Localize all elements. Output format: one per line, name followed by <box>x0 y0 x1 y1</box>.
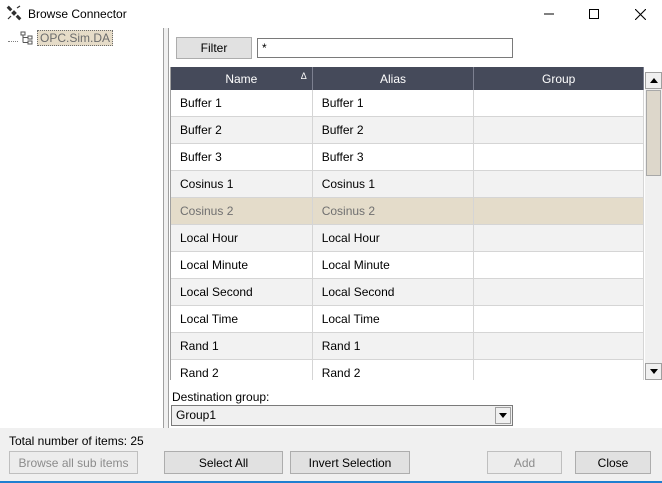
window-title: Browse Connector <box>28 7 127 21</box>
browse-all-sub-items-button[interactable]: Browse all sub items <box>9 451 138 474</box>
cell-name[interactable]: Cosinus 2 <box>171 198 313 224</box>
scroll-down-button[interactable] <box>645 363 662 380</box>
scroll-thumb[interactable] <box>646 90 661 176</box>
filter-button[interactable]: Filter <box>176 37 252 59</box>
total-items-text: Total number of items: 25 <box>9 434 144 448</box>
destination-group-select[interactable]: Group1 <box>171 405 513 426</box>
cell-name[interactable]: Local Minute <box>171 252 313 278</box>
table-row[interactable]: Local Hour Local Hour <box>171 225 644 252</box>
cell-name[interactable]: Rand 2 <box>171 360 313 380</box>
table-row[interactable]: Cosinus 2 Cosinus 2 <box>171 198 644 225</box>
cell-alias[interactable]: Rand 1 <box>313 333 475 359</box>
arrow-up-icon <box>649 78 658 83</box>
tree-pane: OPC.Sim.DA <box>0 28 164 428</box>
cell-group[interactable] <box>474 198 644 224</box>
cell-alias[interactable]: Buffer 1 <box>313 90 475 116</box>
close-window-button[interactable] <box>617 0 662 28</box>
table-row[interactable]: Local Time Local Time <box>171 306 644 333</box>
table-row[interactable]: Rand 2 Rand 2 <box>171 360 644 380</box>
cell-name[interactable]: Buffer 1 <box>171 90 313 116</box>
table-row[interactable]: Local Minute Local Minute <box>171 252 644 279</box>
tree-node-root[interactable]: OPC.Sim.DA <box>8 30 114 46</box>
table-row[interactable]: Buffer 3 Buffer 3 <box>171 144 644 171</box>
column-header-label: Alias <box>380 71 407 86</box>
maximize-button[interactable] <box>571 0 617 28</box>
column-header-group[interactable]: Group <box>474 67 644 90</box>
maximize-icon <box>589 9 599 19</box>
cell-name[interactable]: Rand 1 <box>171 333 313 359</box>
cell-alias[interactable]: Cosinus 1 <box>313 171 475 197</box>
cell-name[interactable]: Local Time <box>171 306 313 332</box>
cell-group[interactable] <box>474 171 644 197</box>
cell-group[interactable] <box>474 306 644 332</box>
cell-name[interactable]: Buffer 2 <box>171 117 313 143</box>
column-header-name[interactable]: Name Δ <box>171 67 313 90</box>
dropdown-button[interactable] <box>495 407 511 424</box>
cell-name[interactable]: Local Hour <box>171 225 313 251</box>
cell-alias[interactable]: Buffer 2 <box>313 117 475 143</box>
close-button[interactable]: Close <box>575 451 651 474</box>
table-row[interactable]: Buffer 2 Buffer 2 <box>171 117 644 144</box>
sort-ascending-icon: Δ <box>300 71 307 81</box>
cell-alias[interactable]: Local Second <box>313 279 475 305</box>
cell-group[interactable] <box>474 360 644 380</box>
cell-name[interactable]: Buffer 3 <box>171 144 313 170</box>
invert-selection-button[interactable]: Invert Selection <box>290 451 410 474</box>
table-row[interactable]: Local Second Local Second <box>171 279 644 306</box>
cell-group[interactable] <box>474 90 644 116</box>
cell-group[interactable] <box>474 225 644 251</box>
column-header-alias[interactable]: Alias <box>313 67 475 90</box>
cell-group[interactable] <box>474 144 644 170</box>
cell-name[interactable]: Cosinus 1 <box>171 171 313 197</box>
cell-alias[interactable]: Rand 2 <box>313 360 475 380</box>
cell-alias[interactable]: Buffer 3 <box>313 144 475 170</box>
table-row[interactable]: Cosinus 1 Cosinus 1 <box>171 171 644 198</box>
grid-vertical-scrollbar[interactable] <box>645 72 662 380</box>
table-row[interactable]: Rand 1 Rand 1 <box>171 333 644 360</box>
destination-group-label: Destination group: <box>172 390 270 404</box>
destination-group-value: Group1 <box>176 408 217 422</box>
grid-body: Buffer 1 Buffer 1 Buffer 2 Buffer 2 Buffer 3… <box>171 90 644 380</box>
cell-alias[interactable]: Local Minute <box>313 252 475 278</box>
cell-name[interactable]: Local Second <box>171 279 313 305</box>
chevron-down-icon <box>499 413 507 418</box>
items-grid: Name Δ Alias Group Buffer 1 Buffer 1 Buffe… <box>170 67 644 380</box>
column-header-label: Group <box>542 71 576 86</box>
add-button[interactable]: Add <box>487 451 562 474</box>
cell-group[interactable] <box>474 333 644 359</box>
tree-node-label[interactable]: OPC.Sim.DA <box>37 30 114 46</box>
tree-connector-line <box>8 34 18 42</box>
cell-alias[interactable]: Local Hour <box>313 225 475 251</box>
minimize-button[interactable] <box>526 0 572 28</box>
filter-input[interactable]: * <box>257 38 513 58</box>
tree-structure-icon <box>20 31 33 45</box>
column-header-label: Name <box>225 71 258 86</box>
scroll-up-button[interactable] <box>645 72 662 89</box>
cell-group[interactable] <box>474 279 644 305</box>
minimize-icon <box>544 13 554 15</box>
close-icon <box>634 8 646 20</box>
cell-group[interactable] <box>474 117 644 143</box>
title-bar: Browse Connector <box>0 0 662 28</box>
table-row[interactable]: Buffer 1 Buffer 1 <box>171 90 644 117</box>
cell-group[interactable] <box>474 252 644 278</box>
cell-alias[interactable]: Local Time <box>313 306 475 332</box>
arrow-down-icon <box>649 369 658 374</box>
cell-alias[interactable]: Cosinus 2 <box>313 198 475 224</box>
select-all-button[interactable]: Select All <box>164 451 283 474</box>
grid-header: Name Δ Alias Group <box>171 67 644 90</box>
satellite-connector-icon <box>6 5 22 21</box>
